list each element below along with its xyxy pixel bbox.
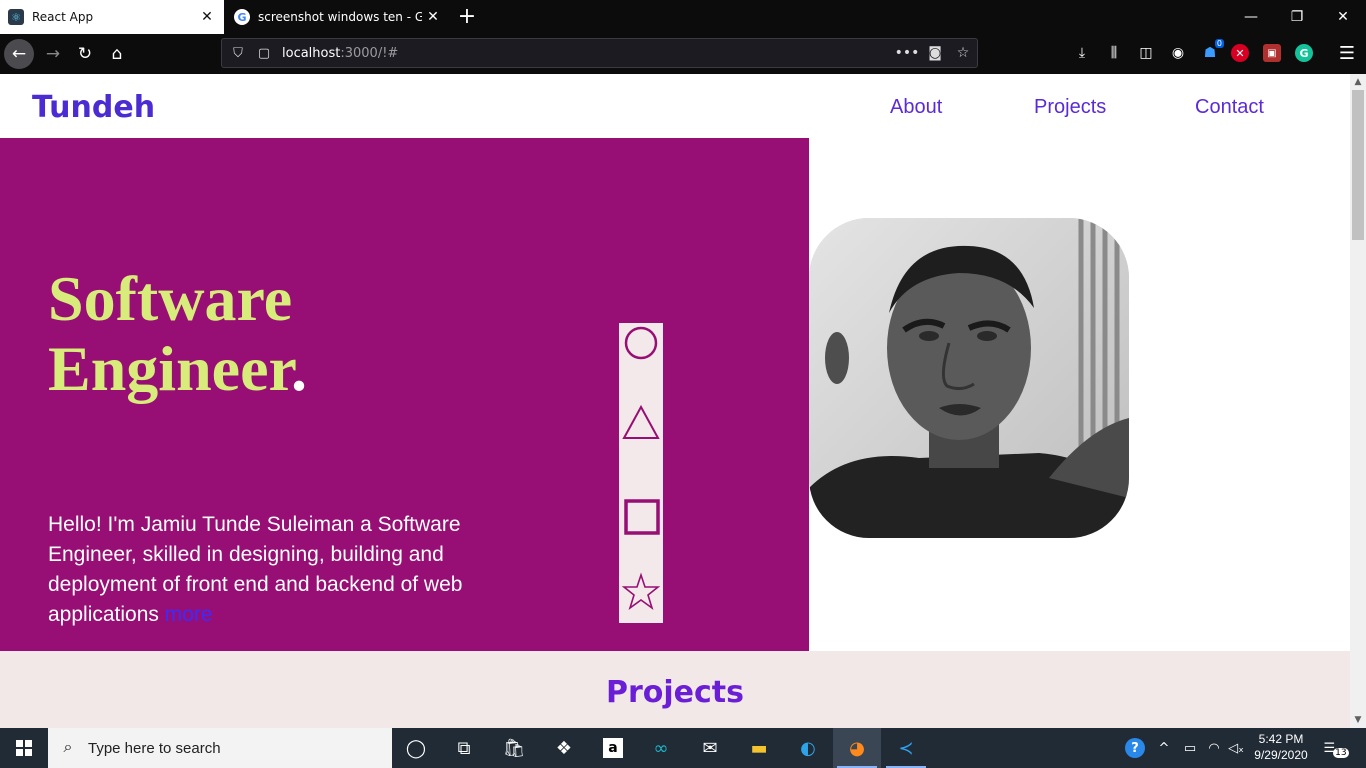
- projects-section: Projects: [0, 651, 1350, 728]
- close-tab-icon[interactable]: ✕: [196, 9, 218, 25]
- back-button[interactable]: ←: [4, 39, 34, 69]
- hero-intro: Hello! I'm Jamiu Tunde Suleiman a Softwa…: [48, 513, 463, 626]
- new-tab-button[interactable]: +: [456, 4, 478, 29]
- page-actions-icon[interactable]: •••: [893, 45, 921, 61]
- file-explorer-icon[interactable]: ▬: [735, 728, 783, 768]
- circle-icon: [624, 326, 658, 360]
- grammarly-icon[interactable]: G: [1295, 44, 1313, 62]
- search-icon: ⌕: [63, 739, 73, 756]
- more-link[interactable]: more: [165, 603, 213, 626]
- notification-center-icon[interactable]: ☰ 13: [1320, 728, 1352, 768]
- sidebar-icon[interactable]: ◫: [1135, 42, 1157, 64]
- close-tab-icon[interactable]: ✕: [422, 9, 444, 25]
- extension-icon[interactable]: ▣: [1263, 44, 1281, 62]
- show-hidden-icons-icon[interactable]: ^: [1152, 728, 1176, 768]
- nav-about[interactable]: About: [890, 96, 942, 119]
- nav-projects[interactable]: Projects: [1034, 96, 1106, 119]
- reload-button[interactable]: ↻: [70, 39, 100, 69]
- library-icon[interactable]: ⫼: [1103, 42, 1125, 64]
- close-window-button[interactable]: ✕: [1320, 0, 1366, 34]
- task-view-icon[interactable]: ⧉: [440, 728, 488, 768]
- home-button[interactable]: ⌂: [102, 39, 132, 69]
- amazon-icon[interactable]: a: [589, 728, 637, 768]
- pocket-icon[interactable]: ◙: [921, 45, 949, 61]
- triangle-icon: [622, 404, 660, 439]
- shield-icon[interactable]: ⛉: [228, 46, 248, 61]
- windows-logo-icon: [16, 740, 32, 756]
- taskbar-clock[interactable]: 5:42 PM 9/29/2020: [1246, 731, 1316, 763]
- square-icon: [624, 499, 660, 535]
- page-viewport: Tundeh About Projects Contact Software E…: [0, 74, 1350, 728]
- browser-tab-bar: ⚛ React App ✕ G screenshot windows ten -…: [0, 0, 1366, 34]
- page-icon: ▢: [257, 45, 271, 61]
- address-bar[interactable]: ⛉ ▢ localhost:3000/!# ••• ◙ ☆: [221, 38, 978, 68]
- menu-icon[interactable]: ☰: [1336, 42, 1358, 64]
- tab-react-app[interactable]: ⚛ React App ✕: [0, 0, 224, 34]
- shape-strip: [619, 323, 663, 623]
- scrollbar-thumb[interactable]: [1352, 90, 1364, 240]
- account-icon[interactable]: ◉: [1167, 42, 1189, 64]
- wifi-icon[interactable]: ◠: [1202, 728, 1226, 768]
- start-button[interactable]: [0, 728, 48, 768]
- adblock-extension-icon[interactable]: ✕: [1231, 44, 1249, 62]
- forward-button[interactable]: →: [38, 39, 68, 69]
- search-placeholder: Type here to search: [88, 739, 221, 757]
- windows-taskbar: ⌕ Type here to search ◯ ⧉ 🛍 ❖ a ∞ ✉ ▬ ◐ …: [0, 728, 1366, 768]
- volume-muted-icon[interactable]: ◁ₓ: [1224, 728, 1248, 768]
- battery-icon[interactable]: ▭: [1178, 728, 1202, 768]
- url-text[interactable]: localhost:3000/!#: [282, 46, 893, 61]
- scroll-up-icon[interactable]: ▲: [1350, 74, 1366, 90]
- react-icon: ⚛: [8, 9, 24, 25]
- mail-icon[interactable]: ✉: [686, 728, 734, 768]
- google-icon: G: [234, 9, 250, 25]
- site-header: Tundeh About Projects Contact: [0, 74, 1350, 138]
- browser-toolbar: ← → ↻ ⌂ ⛉ ▢ localhost:3000/!# ••• ◙ ☆ ⤓ …: [0, 34, 1366, 74]
- firefox-icon[interactable]: ◕: [833, 728, 881, 768]
- star-icon: [621, 572, 661, 611]
- projects-heading: Projects: [605, 675, 744, 710]
- hero-section: Software Engineer. Hello! I'm Jamiu Tund…: [0, 138, 809, 651]
- store-icon[interactable]: 🛍: [490, 728, 538, 768]
- tab-title: screenshot windows ten - Goo: [258, 10, 422, 24]
- scroll-down-icon[interactable]: ▼: [1350, 712, 1366, 728]
- page-scrollbar[interactable]: ▲ ▼: [1350, 74, 1366, 728]
- brand-logo[interactable]: Tundeh: [32, 90, 155, 125]
- bookmark-star-icon[interactable]: ☆: [949, 45, 977, 61]
- profile-photo-illustration: [809, 218, 1129, 538]
- infinity-app-icon[interactable]: ∞: [637, 728, 685, 768]
- tab-title: React App: [32, 10, 94, 24]
- edge-icon[interactable]: ◐: [784, 728, 832, 768]
- help-icon[interactable]: ?: [1122, 728, 1148, 768]
- nav-contact[interactable]: Contact: [1195, 96, 1264, 119]
- vscode-icon[interactable]: ≺: [882, 728, 930, 768]
- minimize-button[interactable]: —: [1228, 0, 1274, 34]
- tab-google-search[interactable]: G screenshot windows ten - Goo ✕: [226, 0, 450, 34]
- taskbar-search[interactable]: ⌕ Type here to search: [48, 728, 392, 768]
- download-icon[interactable]: ⤓: [1071, 42, 1093, 64]
- restore-button[interactable]: ❐: [1274, 0, 1320, 34]
- profile-photo: [809, 218, 1129, 538]
- dropbox-icon[interactable]: ❖: [540, 728, 588, 768]
- cortana-icon[interactable]: ◯: [392, 728, 440, 768]
- ghostery-extension-icon[interactable]: ☗ 0: [1199, 39, 1224, 64]
- hero-title: Software Engineer.: [48, 263, 307, 404]
